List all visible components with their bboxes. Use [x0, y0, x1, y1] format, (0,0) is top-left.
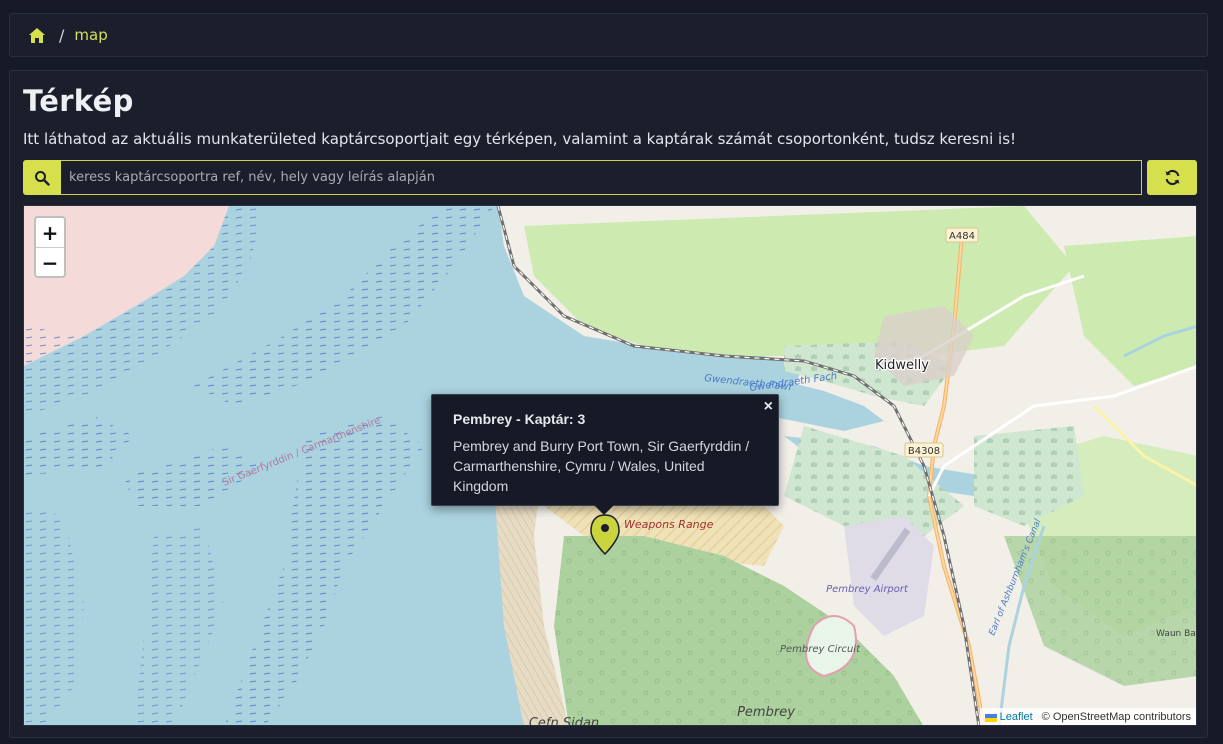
popup-close-button[interactable]: × — [764, 398, 773, 416]
breadcrumb-separator: / — [59, 25, 65, 45]
page-title: Térkép — [23, 84, 134, 118]
search-icon — [23, 160, 61, 195]
road-label-a484: A484 — [949, 231, 975, 242]
leaflet-link[interactable]: Leaflet — [1000, 711, 1033, 723]
place-label-pembrey-airport: Pembrey Airport — [826, 584, 909, 595]
popup-address: Pembrey and Burry Port Town, Sir Gaerfyr… — [453, 438, 750, 494]
place-label-pembrey-circuit: Pembrey Circuit — [780, 644, 861, 655]
place-label-kidwelly: Kidwelly — [875, 358, 929, 373]
map-view[interactable]: A484 B4308 Kidwelly Gwendraeth Fawr Gwen… — [23, 205, 1197, 726]
place-label-waun: Waun Bag Wood — [1156, 629, 1197, 639]
page-description: Itt láthatod az aktuális munkaterületed … — [23, 130, 1017, 148]
place-label-cefn-sidan: Cefn Sidan — [529, 716, 599, 726]
map-card: Térkép Itt láthatod az aktuális munkater… — [9, 70, 1208, 738]
search-input[interactable] — [61, 160, 1142, 195]
ukraine-flag-icon — [984, 713, 997, 722]
zoom-out-button[interactable]: − — [36, 248, 64, 277]
home-icon[interactable] — [27, 25, 47, 45]
refresh-icon — [1165, 169, 1179, 186]
area-label-weapons-range: Weapons Range — [624, 518, 714, 531]
popup-tip — [593, 504, 615, 515]
place-label-pembrey: Pembrey — [737, 705, 795, 720]
search-bar — [23, 160, 1197, 195]
breadcrumb-current[interactable]: map — [74, 26, 107, 44]
zoom-in-button[interactable]: + — [36, 218, 64, 248]
map-attribution: Leaflet © OpenStreetMap contributors — [979, 708, 1196, 725]
refresh-button[interactable] — [1147, 160, 1197, 195]
zoom-control: + − — [34, 216, 66, 278]
osm-attribution[interactable]: © OpenStreetMap contributors — [1042, 711, 1191, 723]
popup-title: Pembrey - Kaptár: 3 — [453, 411, 586, 427]
road-label-b4308: B4308 — [908, 446, 940, 457]
marker-popup: × Pembrey - Kaptár: 3 Pembrey and Burry … — [431, 394, 779, 515]
breadcrumb: / map — [9, 13, 1208, 57]
